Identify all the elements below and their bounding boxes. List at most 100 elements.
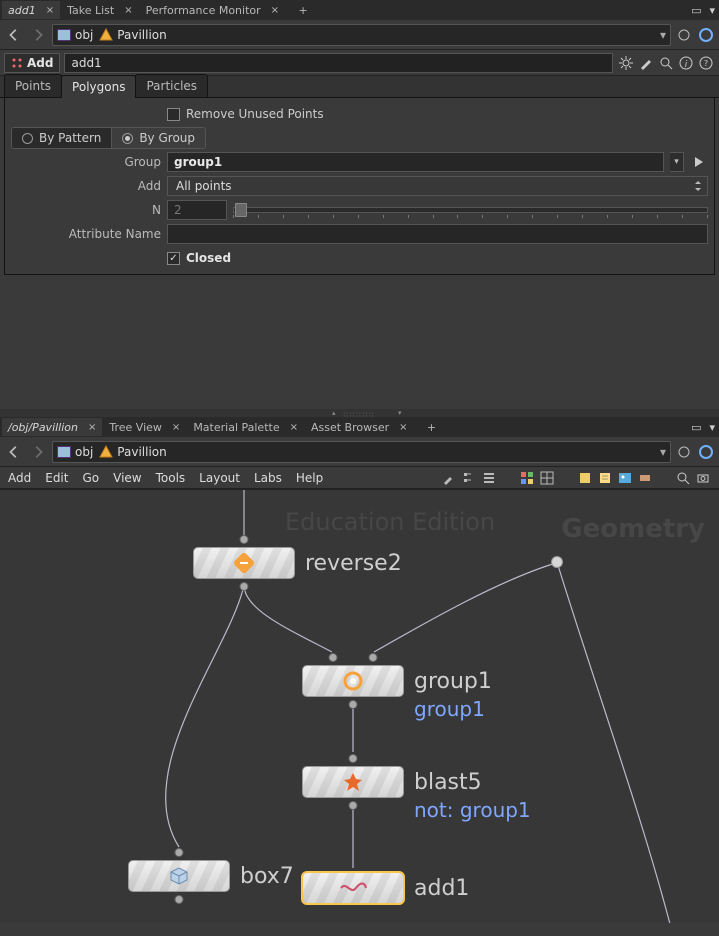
operator-name-input[interactable]: add1 [64, 53, 613, 73]
close-icon[interactable]: × [399, 422, 407, 433]
brush-icon[interactable] [637, 54, 655, 72]
search-icon[interactable] [657, 54, 675, 72]
tab-material-palette[interactable]: Material Palette × [187, 418, 304, 436]
menu-tools[interactable]: Tools [156, 471, 186, 485]
nav-forward-icon[interactable] [28, 25, 48, 45]
crumb-obj[interactable]: obj [57, 445, 93, 459]
close-icon[interactable]: × [46, 5, 54, 16]
n-input[interactable]: 2 [167, 200, 227, 220]
input-connector[interactable] [328, 653, 337, 662]
menu-go[interactable]: Go [82, 471, 99, 485]
node-reverse2[interactable]: reverse2 [193, 547, 295, 579]
input-connector-2[interactable] [369, 653, 378, 662]
close-icon[interactable]: × [124, 5, 132, 16]
radio-by-group[interactable]: By Group [112, 127, 206, 149]
path-dropdown-icon[interactable]: ▾ [660, 28, 666, 42]
network-pane-tab-bar: /obj/Pavillion × Tree View × Material Pa… [0, 417, 719, 437]
tool-image-icon[interactable] [617, 470, 633, 486]
nav-back-icon[interactable] [4, 442, 24, 462]
camera-icon[interactable] [695, 470, 711, 486]
close-icon[interactable]: × [88, 422, 96, 433]
path-input[interactable]: obj Pavillion ▾ [52, 441, 671, 463]
tab-tree-view[interactable]: Tree View × [103, 418, 186, 436]
nav-back-icon[interactable] [4, 25, 24, 45]
nav-forward-icon[interactable] [28, 442, 48, 462]
crumb-pavillion[interactable]: Pavillion [99, 28, 166, 42]
tab-add1[interactable]: add1 × [2, 1, 60, 19]
search-icon[interactable] [675, 470, 691, 486]
path-input[interactable]: obj Pavillion ▾ [52, 24, 671, 46]
path-dropdown-icon[interactable]: ▾ [660, 445, 666, 459]
add-tab-button[interactable]: + [294, 1, 312, 19]
node-label: add1 [414, 876, 469, 901]
output-connector[interactable] [349, 700, 358, 709]
crumb-label: Pavillion [117, 28, 166, 42]
network-view[interactable]: Education Edition Geometry reverse2 [0, 489, 719, 923]
node-add1[interactable]: add1 [302, 872, 404, 904]
pane-menu-icon[interactable]: ▾ [709, 4, 715, 17]
link-icon[interactable] [697, 26, 715, 44]
tab-take-list[interactable]: Take List × [61, 1, 139, 19]
pane-maximize-icon[interactable]: ▭ [691, 421, 701, 434]
tab-polygons[interactable]: Polygons [61, 75, 136, 98]
node-box7[interactable]: box7 [128, 860, 230, 892]
menu-help[interactable]: Help [296, 471, 323, 485]
connector-dot[interactable] [551, 556, 563, 568]
tool-grid-icon[interactable] [539, 470, 555, 486]
tool-sticky-icon[interactable] [577, 470, 593, 486]
node-group1[interactable]: group1 group1 [302, 665, 404, 697]
output-connector[interactable] [349, 801, 358, 810]
tool-tree-icon[interactable] [461, 470, 477, 486]
obj-icon [57, 446, 71, 458]
link-icon[interactable] [697, 443, 715, 461]
group-dropdown-icon[interactable]: ▾ [670, 152, 684, 172]
node-blast5[interactable]: blast5 not: group1 [302, 766, 404, 798]
pane-menu-icon[interactable]: ▾ [709, 421, 715, 434]
pane-splitter[interactable]: ▴ ∷∷∷∷∷ ▾ [0, 409, 719, 417]
node-sublabel: group1 [414, 697, 485, 721]
tool-note-icon[interactable] [597, 470, 613, 486]
tool-shelf-icon[interactable] [637, 470, 653, 486]
add-tab-button[interactable]: + [423, 418, 441, 436]
info-icon[interactable]: i [677, 54, 695, 72]
tab-asset-browser[interactable]: Asset Browser × [305, 418, 414, 436]
tab-particles[interactable]: Particles [135, 74, 208, 97]
attr-input[interactable] [167, 224, 708, 244]
tab-points[interactable]: Points [4, 74, 62, 97]
group-jump-icon[interactable] [690, 155, 708, 169]
group-input[interactable]: group1 [167, 152, 664, 172]
add-select[interactable]: All points [167, 176, 708, 196]
crumb-pavillion[interactable]: Pavillion [99, 445, 166, 459]
output-connector[interactable] [175, 895, 184, 904]
menu-view[interactable]: View [113, 471, 141, 485]
crumb-obj[interactable]: obj [57, 28, 93, 42]
gear-icon[interactable] [617, 54, 635, 72]
tab-performance-monitor[interactable]: Performance Monitor × [140, 1, 285, 19]
input-connector[interactable] [349, 754, 358, 763]
radio-by-pattern[interactable]: By Pattern [11, 127, 112, 149]
pin-icon[interactable] [675, 26, 693, 44]
node-sublabel: not: group1 [414, 798, 531, 822]
pane-maximize-icon[interactable]: ▭ [691, 4, 701, 17]
menu-labs[interactable]: Labs [254, 471, 282, 485]
close-icon[interactable]: × [271, 5, 279, 16]
close-icon[interactable]: × [290, 422, 298, 433]
close-icon[interactable]: × [172, 422, 180, 433]
tool-palette-icon[interactable] [519, 470, 535, 486]
menu-layout[interactable]: Layout [199, 471, 240, 485]
n-slider[interactable] [233, 200, 708, 220]
tab-obj-pavillion[interactable]: /obj/Pavillion × [2, 418, 102, 436]
remove-unused-checkbox[interactable] [167, 108, 180, 121]
help-icon[interactable]: ? [697, 54, 715, 72]
closed-checkbox[interactable] [167, 252, 180, 265]
tool-wrench-icon[interactable] [441, 470, 457, 486]
tool-list-icon[interactable] [481, 470, 497, 486]
input-connector[interactable] [240, 535, 249, 544]
tab-label: add1 [8, 4, 36, 17]
input-connector[interactable] [175, 848, 184, 857]
pin-icon[interactable] [675, 443, 693, 461]
menu-add[interactable]: Add [8, 471, 31, 485]
output-connector[interactable] [240, 582, 249, 591]
operator-type[interactable]: Add [4, 53, 60, 73]
menu-edit[interactable]: Edit [45, 471, 68, 485]
